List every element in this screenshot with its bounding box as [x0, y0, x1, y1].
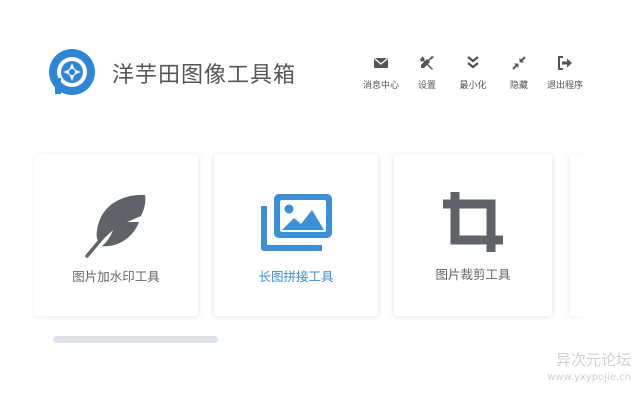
images-icon: [261, 194, 332, 251]
message-center-button[interactable]: 消息中心: [358, 55, 404, 91]
settings-label: 设置: [417, 81, 436, 91]
exit-label: 退出程序: [546, 81, 583, 91]
hide-button[interactable]: 隐藏: [496, 55, 542, 91]
compress-icon: [512, 56, 526, 70]
tool-card-watermark[interactable]: 图片加水印工具: [34, 154, 198, 316]
horizontal-scrollbar[interactable]: [53, 336, 218, 343]
envelope-icon: [374, 57, 388, 68]
tool-card-crop[interactable]: 图片裁剪工具: [394, 154, 552, 316]
tool-card-label: 图片裁剪工具: [435, 267, 511, 282]
chevrons-down-icon: [467, 56, 479, 69]
sign-out-icon: [558, 56, 572, 70]
message-center-label: 消息中心: [362, 81, 399, 91]
exit-button[interactable]: 退出程序: [542, 55, 588, 91]
app-title: 洋芋田图像工具箱: [112, 63, 297, 88]
tools-icon: [419, 56, 434, 70]
minimize-button[interactable]: 最小化: [450, 55, 496, 91]
tool-card-label: 长图拼接工具: [258, 269, 334, 284]
app-logo-icon: [49, 49, 95, 95]
tool-card-label: 图片加水印工具: [72, 269, 160, 284]
watermark: 异次元论坛 www.yxypojie.cn: [547, 352, 631, 386]
crop-icon: [443, 192, 503, 252]
watermark-title: 异次元论坛: [555, 351, 631, 369]
tool-card-next[interactable]: [570, 154, 590, 316]
watermark-url: www.yxypojie.cn: [547, 372, 631, 383]
tool-card-long-image[interactable]: 长图拼接工具: [214, 154, 378, 316]
minimize-label: 最小化: [459, 81, 487, 91]
window-toolbar: 消息中心 设置 最小化 隐藏 退出程序: [358, 55, 588, 91]
tool-carousel: 图片加水印工具 长图拼接工具 图片裁剪工具: [0, 150, 590, 320]
hide-label: 隐藏: [509, 81, 528, 91]
settings-button[interactable]: 设置: [404, 55, 450, 91]
feather-icon: [85, 194, 146, 258]
